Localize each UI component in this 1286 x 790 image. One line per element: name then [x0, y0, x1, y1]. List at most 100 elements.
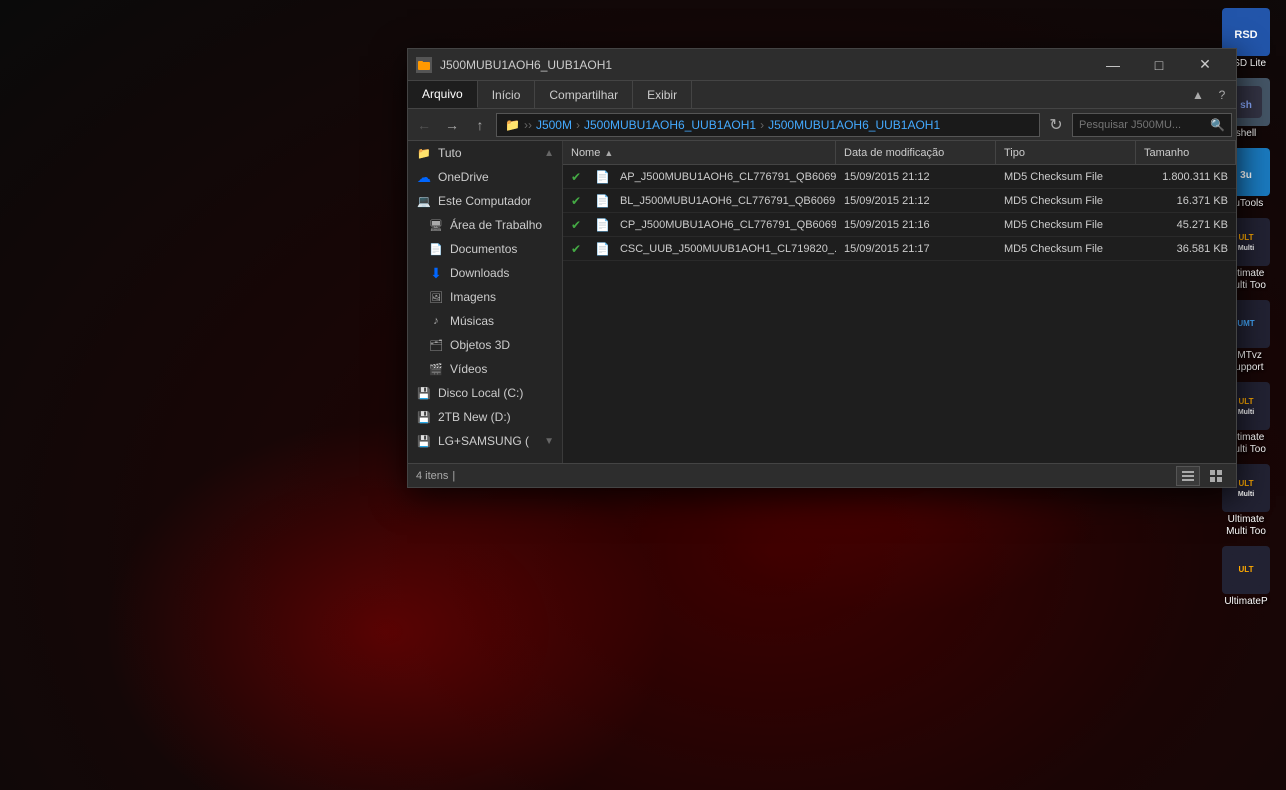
ribbon-expand-icon[interactable]: ▲	[1188, 85, 1208, 105]
sidebar-item-lg-samsung[interactable]: 💾 LG+SAMSUNG ( ▼	[408, 429, 562, 453]
svg-text:Multi: Multi	[1238, 409, 1254, 416]
file-cell-size-0: 1.800.311 KB	[1136, 171, 1236, 183]
sidebar-tuto-label: Tuto	[438, 146, 462, 160]
check-icon-3: ✔	[571, 242, 585, 256]
path-crumb-j500m[interactable]: J500M	[536, 118, 572, 132]
folder-small-icon	[416, 57, 432, 73]
sidebar-item-downloads[interactable]: ⬇ Downloads	[408, 261, 562, 285]
col-header-date[interactable]: Data de modificação	[836, 141, 996, 164]
ultimatep-icon: ULT	[1222, 546, 1270, 594]
back-button[interactable]: ←	[412, 113, 436, 137]
lgsamsung-expand-arrow: ▼	[544, 436, 554, 447]
sidebar-item-este-computador[interactable]: 💻 Este Computador	[408, 189, 562, 213]
sidebar-item-musicas[interactable]: ♪ Músicas	[408, 309, 562, 333]
tab-exibir[interactable]: Exibir	[633, 81, 692, 108]
sidebar-item-onedrive[interactable]: ☁ OneDrive	[408, 165, 562, 189]
file-cell-date-0: 15/09/2015 21:12	[836, 171, 996, 183]
tab-compartilhar[interactable]: Compartilhar	[535, 81, 633, 108]
file-cell-size-3: 36.581 KB	[1136, 243, 1236, 255]
table-row[interactable]: ✔ 📄 CP_J500MUBU1AOH6_CL776791_QB6069... …	[563, 213, 1236, 237]
check-icon-1: ✔	[571, 194, 585, 208]
table-row[interactable]: ✔ 📄 AP_J500MUBU1AOH6_CL776791_QB6069... …	[563, 165, 1236, 189]
address-path[interactable]: 📁 ›› J500M › J500MUBU1AOH6_UUB1AOH1 › J5…	[496, 113, 1040, 137]
col-size-label: Tamanho	[1144, 147, 1189, 159]
title-bar: J500MUBU1AOH6_UUB1AOH1 — □ ✕	[408, 49, 1236, 81]
file-icon-1: 📄	[595, 194, 610, 208]
sidebar-onedrive-label: OneDrive	[438, 170, 489, 184]
window-title: J500MUBU1AOH6_UUB1AOH1	[440, 58, 1090, 72]
table-row[interactable]: ✔ 📄 BL_J500MUBU1AOH6_CL776791_QB6069... …	[563, 189, 1236, 213]
refresh-button[interactable]: ↻	[1044, 113, 1068, 137]
view-controls	[1176, 466, 1228, 486]
ultimulti3-label: UltimateMulti Too	[1226, 514, 1266, 538]
col-date-label: Data de modificação	[844, 147, 944, 159]
file-cell-type-0: MD5 Checksum File	[996, 171, 1136, 183]
file-cell-name-1: ✔ 📄 BL_J500MUBU1AOH6_CL776791_QB6069...	[563, 194, 836, 208]
desktop-icon-small: 🖥	[428, 217, 444, 233]
path-crumb-current[interactable]: J500MUBU1AOH6_UUB1AOH1	[768, 118, 940, 132]
svg-text:ULT: ULT	[1239, 397, 1254, 406]
objetos3d-icon: 🗂	[428, 337, 444, 353]
file-cell-name-3: ✔ 📄 CSC_UUB_J500MUUB1AOH1_CL719820_...	[563, 242, 836, 256]
sidebar-item-videos[interactable]: 🎬 Vídeos	[408, 357, 562, 381]
ribbon-help-icon[interactable]: ?	[1212, 85, 1232, 105]
search-box[interactable]: 🔍	[1072, 113, 1232, 137]
onedrive-icon: ☁	[416, 169, 432, 185]
svg-text:ULT: ULT	[1239, 233, 1254, 242]
lg-samsung-icon: 💾	[416, 433, 432, 449]
file-cell-date-2: 15/09/2015 21:16	[836, 219, 996, 231]
file-cell-name-0: ✔ 📄 AP_J500MUBU1AOH6_CL776791_QB6069...	[563, 170, 836, 184]
sidebar-2tb-label: 2TB New (D:)	[438, 410, 511, 424]
sidebar-item-tuto[interactable]: 📁 Tuto ▲	[408, 141, 562, 165]
sidebar-item-documentos[interactable]: 📄 Documentos	[408, 237, 562, 261]
sidebar-videos-label: Vídeos	[450, 362, 487, 376]
check-icon-0: ✔	[571, 170, 585, 184]
ribbon-tabs: Arquivo Início Compartilhar Exibir ▲ ?	[408, 81, 1236, 109]
forward-button[interactable]: →	[440, 113, 464, 137]
file-cell-type-1: MD5 Checksum File	[996, 195, 1136, 207]
detail-view-button[interactable]	[1204, 466, 1228, 486]
address-bar: ← → ↑ 📁 ›› J500M › J500MUBU1AOH6_UUB1AOH…	[408, 109, 1236, 141]
ribbon-right-controls: ▲ ?	[1188, 81, 1236, 108]
close-button[interactable]: ✕	[1182, 49, 1228, 81]
tuto-folder-icon: 📁	[416, 145, 432, 161]
sidebar-item-area-trabalho[interactable]: 🖥 Área de Trabalho	[408, 213, 562, 237]
title-bar-icons	[416, 57, 432, 73]
sidebar-item-disco-local[interactable]: 💾 Disco Local (C:)	[408, 381, 562, 405]
sidebar-item-objetos3d[interactable]: 🗂 Objetos 3D	[408, 333, 562, 357]
path-crumb-uub1aoh1[interactable]: J500MUBU1AOH6_UUB1AOH1	[584, 118, 756, 132]
column-headers: Nome ▲ Data de modificação Tipo Tamanho	[563, 141, 1236, 165]
list-view-button[interactable]	[1176, 466, 1200, 486]
sidebar-musicas-label: Músicas	[450, 314, 494, 328]
minimize-button[interactable]: —	[1090, 49, 1136, 81]
computer-icon: 💻	[416, 193, 432, 209]
col-type-label: Tipo	[1004, 147, 1025, 159]
sidebar-areatrabalho-label: Área de Trabalho	[450, 218, 542, 232]
table-row[interactable]: ✔ 📄 CSC_UUB_J500MUUB1AOH1_CL719820_... 1…	[563, 237, 1236, 261]
svg-text:ULT: ULT	[1239, 565, 1254, 574]
desktop-icon-ultimatep[interactable]: ULT UltimateP	[1210, 546, 1282, 608]
sidebar-documentos-label: Documentos	[450, 242, 517, 256]
maximize-button[interactable]: □	[1136, 49, 1182, 81]
videos-icon: 🎬	[428, 361, 444, 377]
file-cell-type-2: MD5 Checksum File	[996, 219, 1136, 231]
col-name-label: Nome	[571, 147, 600, 159]
search-input[interactable]	[1079, 119, 1206, 131]
up-button[interactable]: ↑	[468, 113, 492, 137]
status-cursor: |	[452, 470, 455, 482]
col-header-size[interactable]: Tamanho	[1136, 141, 1236, 164]
col-header-name[interactable]: Nome ▲	[563, 141, 836, 164]
sidebar-lgsamsung-label: LG+SAMSUNG (	[438, 434, 529, 448]
item-count: 4 itens	[416, 470, 448, 482]
tab-inicio[interactable]: Início	[478, 81, 536, 108]
tab-arquivo[interactable]: Arquivo	[408, 81, 478, 108]
file-explorer-window: J500MUBU1AOH6_UUB1AOH1 — □ ✕ Arquivo Iní…	[407, 48, 1237, 488]
shell-label: shell	[1236, 128, 1257, 140]
path-sep-1: ››	[524, 118, 532, 132]
sidebar-item-2tb[interactable]: 💾 2TB New (D:)	[408, 405, 562, 429]
sidebar-item-imagens[interactable]: 🖼 Imagens	[408, 285, 562, 309]
file-cell-size-2: 45.271 KB	[1136, 219, 1236, 231]
downloads-icon: ⬇	[428, 265, 444, 281]
col-header-type[interactable]: Tipo	[996, 141, 1136, 164]
sidebar-computador-label: Este Computador	[438, 194, 531, 208]
